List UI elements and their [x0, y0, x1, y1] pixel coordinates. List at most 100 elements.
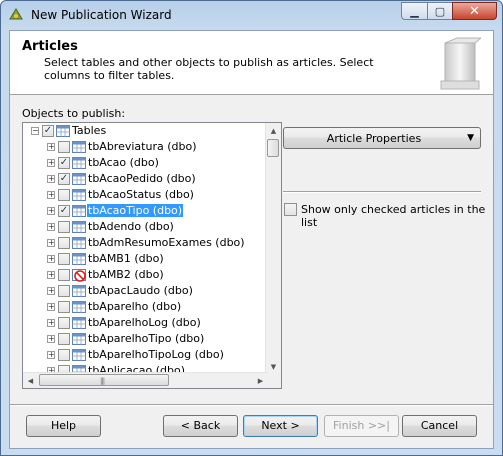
tree-item-label[interactable]: tbAparelhoTipoLog (dbo)	[87, 348, 225, 361]
expand-icon[interactable]: +	[47, 239, 55, 247]
scroll-down-icon[interactable]: ▼	[266, 359, 281, 374]
expand-icon[interactable]: +	[47, 335, 55, 343]
table-icon	[72, 284, 86, 298]
tree-item-checkbox[interactable]	[58, 221, 70, 233]
back-button[interactable]: < Back	[163, 415, 238, 437]
vertical-scroll-thumb[interactable]	[267, 139, 279, 157]
table-icon	[72, 204, 86, 218]
table-icon	[72, 348, 86, 362]
tree-item-checkbox[interactable]	[58, 141, 70, 153]
tree-item[interactable]: + ✓ tbAcaoPedido (dbo)	[23, 171, 268, 187]
objects-to-publish-label: Objects to publish:	[22, 107, 126, 120]
tree-item-label[interactable]: tbAcaoTipo (dbo)	[87, 204, 184, 217]
tree-item-label[interactable]: tbAparelhoLog (dbo)	[87, 316, 202, 329]
expand-icon[interactable]: +	[47, 207, 55, 215]
tree-item-checkbox[interactable]	[58, 333, 70, 345]
tree-item[interactable]: + tbAdmResumoExames (dbo)	[23, 235, 268, 251]
tree-item[interactable]: + tbAMB2 (dbo)	[23, 267, 268, 283]
tree-item[interactable]: + tbAbreviatura (dbo)	[23, 139, 268, 155]
table-icon	[72, 252, 86, 266]
expand-icon[interactable]: +	[47, 191, 55, 199]
tree-item-label[interactable]: tbApacLaudo (dbo)	[87, 284, 194, 297]
article-properties-button[interactable]: Article Properties ▼	[283, 127, 481, 149]
table-icon	[72, 300, 86, 314]
tree-item[interactable]: + tbApacLaudo (dbo)	[23, 283, 268, 299]
minimize-icon: ▁	[410, 4, 419, 18]
scrollbar-corner	[266, 373, 281, 388]
objects-tree[interactable]: − ✓ Tables + tbAbreviatura (dbo) + ✓ tbAcao (db…	[22, 122, 282, 389]
tree-item-label[interactable]: tbAcaoPedido (dbo)	[87, 172, 197, 185]
scroll-up-icon[interactable]: ▲	[266, 123, 281, 138]
expand-icon[interactable]: +	[47, 319, 55, 327]
tree-item-label[interactable]: tbAparelho (dbo)	[87, 300, 182, 313]
tree-item[interactable]: + tbAcaoStatus (dbo)	[23, 187, 268, 203]
help-button[interactable]: Help	[26, 415, 101, 437]
tree-item-checkbox[interactable]	[58, 317, 70, 329]
tree-item-label[interactable]: Tables	[71, 124, 107, 137]
table-icon	[72, 236, 86, 250]
expand-icon[interactable]: +	[47, 223, 55, 231]
window-title: New Publication Wizard	[31, 8, 172, 22]
close-button[interactable]: ✕	[452, 2, 497, 20]
tree-item-label[interactable]: tbAdendo (dbo)	[87, 220, 175, 233]
table-icon	[72, 140, 86, 154]
next-button[interactable]: Next >	[243, 415, 318, 437]
collapse-icon[interactable]: −	[31, 127, 39, 135]
tree-item-checkbox[interactable]	[58, 237, 70, 249]
cancel-button[interactable]: Cancel	[402, 415, 477, 437]
tree-item-label[interactable]: tbAMB1 (dbo)	[87, 252, 165, 265]
tree-item[interactable]: + tbAparelho (dbo)	[23, 299, 268, 315]
expand-icon[interactable]: +	[47, 303, 55, 311]
tree-root-tables[interactable]: − ✓ Tables	[23, 123, 268, 139]
minimize-button[interactable]: ▁	[401, 2, 427, 20]
page-header: Articles Select tables and other objects…	[10, 31, 493, 95]
tree-item-checkbox[interactable]	[58, 269, 70, 281]
expand-icon[interactable]: +	[47, 287, 55, 295]
show-only-checked-checkbox[interactable]	[284, 203, 297, 216]
tree-item-label[interactable]: tbAcaoStatus (dbo)	[87, 188, 195, 201]
tree-item[interactable]: + ✓ tbAcaoTipo (dbo)	[23, 203, 268, 219]
expand-icon[interactable]: +	[47, 175, 55, 183]
tree-item[interactable]: + tbAdendo (dbo)	[23, 219, 268, 235]
tree-item[interactable]: + tbAparelhoLog (dbo)	[23, 315, 268, 331]
tree-item-label[interactable]: tbAparelhoTipo (dbo)	[87, 332, 205, 345]
tree-item-label[interactable]: tbAcao (dbo)	[87, 156, 160, 169]
show-only-checked-label[interactable]: Show only checked articles in the list	[301, 203, 493, 229]
expand-icon[interactable]: +	[47, 351, 55, 359]
tree-item-label[interactable]: tbAbreviatura (dbo)	[87, 140, 197, 153]
tree-item-label[interactable]: tbAMB2 (dbo)	[87, 268, 165, 281]
tree-item[interactable]: + ✓ tbAcao (dbo)	[23, 155, 268, 171]
tree-item-checkbox[interactable]	[58, 301, 70, 313]
separator-line	[283, 191, 481, 193]
table-blocked-icon	[72, 268, 86, 282]
horizontal-scroll-thumb[interactable]: |||	[39, 374, 169, 386]
wizard-window: New Publication Wizard ▁ ▢ ✕ Articles Se…	[0, 0, 503, 456]
table-icon	[72, 332, 86, 346]
tree-item-label[interactable]: tbAdmResumoExames (dbo)	[87, 236, 246, 249]
tree-item[interactable]: + tbAparelhoTipoLog (dbo)	[23, 347, 268, 363]
tree-item-checkbox[interactable]	[58, 285, 70, 297]
close-icon: ✕	[469, 3, 480, 19]
articles-header-graphic	[440, 37, 481, 90]
expand-icon[interactable]: +	[47, 255, 55, 263]
tree-item-checkbox[interactable]	[58, 189, 70, 201]
tree-horizontal-scrollbar[interactable]: ◀ ||| ▶	[23, 372, 268, 388]
maximize-button[interactable]: ▢	[427, 2, 452, 20]
tree-item-checkbox[interactable]	[58, 349, 70, 361]
expand-icon[interactable]: +	[47, 271, 55, 279]
tree-item-checkbox[interactable]: ✓	[42, 125, 54, 137]
expand-icon[interactable]: +	[47, 159, 55, 167]
tree-item-checkbox[interactable]: ✓	[58, 157, 70, 169]
tree-item-checkbox[interactable]: ✓	[58, 173, 70, 185]
tree-item[interactable]: + tbAMB1 (dbo)	[23, 251, 268, 267]
title-bar[interactable]: New Publication Wizard ▁ ▢ ✕	[1, 1, 502, 29]
tree-item-checkbox[interactable]	[58, 253, 70, 265]
finish-button[interactable]: Finish >>|	[324, 415, 399, 437]
table-icon	[72, 188, 86, 202]
tree-item-checkbox[interactable]: ✓	[58, 205, 70, 217]
tree-item[interactable]: + tbAparelhoTipo (dbo)	[23, 331, 268, 347]
table-icon	[72, 316, 86, 330]
scroll-left-icon[interactable]: ◀	[23, 373, 38, 388]
expand-icon[interactable]: +	[47, 143, 55, 151]
tree-vertical-scrollbar[interactable]: ▲ ▼	[265, 123, 281, 374]
